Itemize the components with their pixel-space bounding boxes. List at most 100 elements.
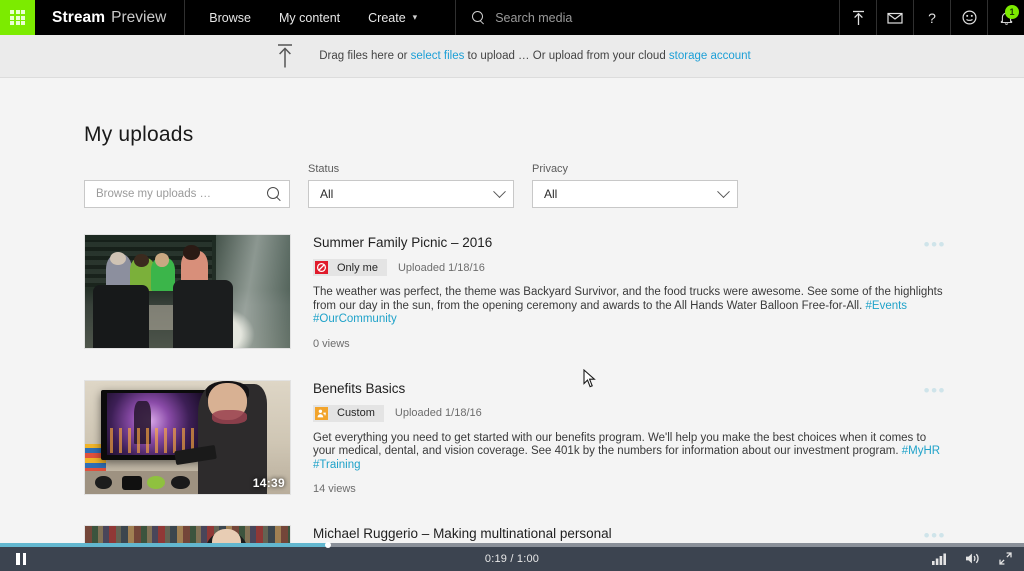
privacy-label: Custom	[337, 407, 375, 420]
upload-date: Uploaded 1/18/16	[397, 261, 485, 274]
table-row: Michael Ruggerio – Making multinational …	[84, 525, 964, 543]
status-filter-value: All	[320, 187, 334, 201]
thumb-art	[212, 410, 247, 424]
no-entry-icon	[313, 259, 330, 276]
chevron-down-icon: ▾	[412, 12, 418, 22]
hashtag-link[interactable]: #Events	[866, 300, 908, 312]
pause-icon	[16, 552, 26, 565]
thumb-art	[121, 475, 143, 491]
thumb-art	[183, 245, 200, 260]
more-options-icon[interactable]: •••	[924, 527, 946, 543]
search-media-input[interactable]: Search media	[455, 0, 839, 35]
fullscreen-icon[interactable]	[999, 552, 1012, 565]
person-key-icon	[313, 405, 330, 422]
thumb-art	[134, 254, 149, 267]
browse-uploads-search[interactable]	[84, 180, 290, 208]
video-subline: Custom Uploaded 1/18/16	[313, 404, 964, 422]
volume-icon[interactable]	[965, 552, 980, 565]
progress-played	[0, 543, 328, 547]
app-launcher-waffle-icon[interactable]	[0, 0, 35, 35]
thumb-art	[93, 284, 149, 348]
topbar-tools: ? 1	[839, 0, 1024, 35]
waffle-grid	[10, 10, 25, 25]
playback-progress-bar[interactable]	[0, 542, 1024, 548]
view-count: 0 views	[313, 337, 350, 350]
notifications-bell-icon[interactable]: 1	[987, 0, 1024, 35]
stream-app-window: Stream Preview Browse My content Create …	[0, 0, 1024, 571]
view-count: 14 views	[313, 483, 356, 496]
thumb-art	[173, 280, 233, 348]
video-description: Get everything you need to get started w…	[313, 432, 949, 473]
main-content: My uploads Status All Privacy	[0, 78, 1024, 543]
thumb-art	[171, 475, 190, 490]
browse-uploads-input[interactable]	[96, 188, 267, 200]
progress-handle[interactable]	[324, 542, 331, 548]
nav-my-content-label: My content	[278, 10, 341, 25]
status-filter-group: Status All	[308, 163, 514, 208]
video-thumbnail[interactable]	[84, 234, 291, 349]
privacy-filter-group: Privacy All	[532, 163, 738, 208]
upload-arrow-icon	[278, 44, 293, 68]
hashtag-link[interactable]: #OurCommunity	[313, 313, 397, 325]
brand-logo[interactable]: Stream Preview	[35, 0, 186, 35]
status-filter-select[interactable]: All	[308, 180, 514, 208]
nav-create-label: Create	[368, 10, 406, 25]
more-options-icon[interactable]: •••	[924, 382, 946, 399]
upload-text-before: Drag files here or	[319, 50, 408, 62]
search-icon[interactable]	[267, 187, 281, 201]
upload-bar-inner: Drag files here or select files to uploa…	[273, 42, 751, 70]
feedback-smiley-icon[interactable]	[950, 0, 987, 35]
upload-date: Uploaded 1/18/16	[394, 407, 482, 420]
thumb-art	[146, 475, 165, 490]
video-title[interactable]: Michael Ruggerio – Making multinational …	[313, 526, 964, 541]
page-title: My uploads	[84, 123, 194, 146]
svg-text:?: ?	[928, 10, 936, 26]
nav-browse-label: Browse	[209, 10, 251, 25]
drag-drop-upload-bar[interactable]: Drag files here or select files to uploa…	[0, 35, 1024, 78]
video-duration: 14:39	[252, 475, 285, 490]
search-placeholder: Search media	[495, 10, 573, 25]
status-filter-label: Status	[308, 163, 340, 175]
hashtag-link[interactable]: #MyHR	[902, 445, 940, 457]
thumb-art	[95, 475, 112, 490]
nav-create[interactable]: Create ▾	[354, 0, 431, 35]
notification-badge-count: 1	[1005, 5, 1019, 19]
video-thumbnail[interactable]: 14:39	[84, 379, 291, 495]
video-description-text: Get everything you need to get started w…	[313, 431, 927, 458]
table-row: 14:39 Benefits Basics Custom Uploaded 1/…	[84, 379, 964, 496]
thumb-art	[85, 526, 290, 543]
select-files-link[interactable]: select files	[411, 50, 465, 62]
storage-account-link[interactable]: storage account	[669, 50, 751, 62]
video-title[interactable]: Summer Family Picnic – 2016	[313, 235, 964, 250]
video-meta: Michael Ruggerio – Making multinational …	[291, 525, 964, 543]
video-subline: Only me Uploaded 1/18/16	[313, 259, 964, 276]
mail-icon[interactable]	[876, 0, 913, 35]
chevron-down-icon	[493, 184, 506, 198]
help-icon[interactable]: ?	[913, 0, 950, 35]
more-options-icon[interactable]: •••	[924, 236, 946, 253]
nav-my-content[interactable]: My content	[265, 0, 354, 35]
privacy-filter-select[interactable]: All	[532, 180, 738, 208]
top-navigation-bar: Stream Preview Browse My content Create …	[0, 0, 1024, 35]
nav-browse[interactable]: Browse	[195, 0, 265, 35]
video-description: The weather was perfect, the theme was B…	[313, 286, 949, 327]
video-meta: Benefits Basics Custom Uploaded 1/18/16 …	[291, 380, 964, 496]
upload-text-middle: to upload … Or upload from your cloud	[467, 50, 666, 62]
pause-button[interactable]	[0, 545, 42, 571]
search-icon	[472, 11, 485, 24]
video-title[interactable]: Benefits Basics	[313, 381, 964, 396]
upload-icon[interactable]	[839, 0, 876, 35]
playback-time: 0:19 / 1:00	[484, 552, 540, 565]
status-badge: Only me	[313, 259, 387, 276]
video-thumbnail[interactable]	[84, 525, 291, 543]
table-row: Summer Family Picnic – 2016 Only me Uplo…	[84, 234, 964, 350]
hashtag-link[interactable]: #Training	[313, 459, 361, 471]
player-right-controls	[932, 552, 1012, 565]
filter-bar: Status All Privacy All	[84, 163, 738, 208]
upload-bar-text: Drag files here or select files to uploa…	[319, 50, 751, 62]
brand-name: Stream	[52, 8, 106, 26]
quality-bars-icon[interactable]	[932, 553, 946, 565]
privacy-label: Only me	[337, 261, 378, 274]
video-meta: Summer Family Picnic – 2016 Only me Uplo…	[291, 234, 964, 350]
video-list: Summer Family Picnic – 2016 Only me Uplo…	[84, 234, 964, 543]
